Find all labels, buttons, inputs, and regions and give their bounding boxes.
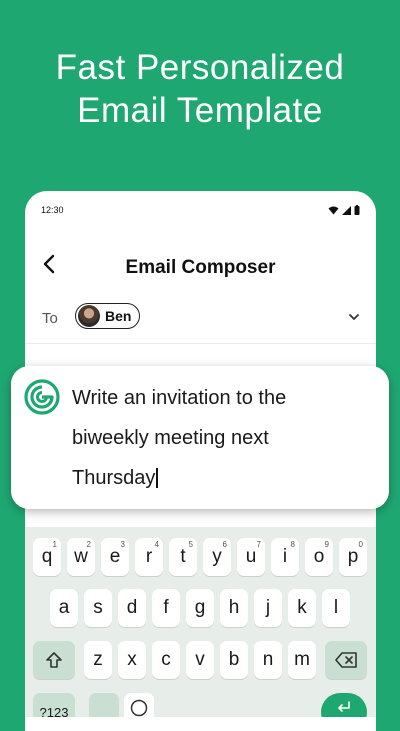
backspace-icon [335,652,357,668]
key-f[interactable]: f [152,589,180,627]
symbols-key[interactable]: ?123 [33,693,75,717]
key-b[interactable]: b [220,641,248,679]
key-h[interactable]: h [220,589,248,627]
key-hint: 8 [290,540,295,549]
key-label: x [127,649,137,670]
key-hint: 2 [86,540,91,549]
avatar [78,305,100,327]
symbols-key-label: ?123 [39,704,69,718]
key-label: w [74,546,88,567]
key-z[interactable]: z [84,641,112,679]
key-u[interactable]: u7 [237,538,265,576]
emoji-key[interactable] [124,693,154,717]
key-r[interactable]: r4 [135,538,163,576]
key-n[interactable]: n [254,641,282,679]
key-label: z [93,649,103,670]
enter-key[interactable] [321,693,367,717]
page-title: Email Composer [125,257,276,278]
key-label: e [109,546,121,567]
emoji-icon [130,699,148,717]
key-label: j [265,597,271,618]
key-label: o [313,546,325,567]
key-label: q [41,546,53,567]
wifi-icon [328,206,339,214]
key-x[interactable]: x [118,641,146,679]
prompt-line-1: Write an invitation to the [72,387,287,409]
key-c[interactable]: c [152,641,180,679]
key-hint: 4 [154,540,159,549]
key-label: h [228,597,240,618]
key-label: k [297,597,307,618]
key-hint: 7 [256,540,261,549]
key-label: b [228,649,240,670]
key-label: y [212,546,222,567]
assistant-logo-icon [24,379,60,415]
prompt-line-2: biweekly meeting next [72,427,269,449]
recipient-name: Ben [105,308,132,324]
key-hint: 3 [120,540,125,549]
prompt-line-3: Thursday [72,467,156,489]
headline-line-2: Email Template [77,91,323,130]
headline: Fast Personalized Email Template [0,46,400,132]
key-label: a [58,597,70,618]
key-q[interactable]: q1 [33,538,61,576]
key-hint: 1 [52,540,57,549]
recipient-row: To Ben [25,299,376,344]
backspace-key[interactable] [325,641,367,679]
key-hint: 9 [324,540,329,549]
key-i[interactable]: i8 [271,538,299,576]
enter-icon [338,701,350,712]
prompt-card[interactable]: Write an invitation to the biweekly meet… [11,366,389,509]
key-label: s [93,597,103,618]
shift-icon [46,652,62,668]
comma-key[interactable] [89,693,119,717]
key-j[interactable]: j [254,589,282,627]
key-t[interactable]: t5 [169,538,197,576]
headline-line-1: Fast Personalized [55,48,345,87]
key-e[interactable]: e3 [101,538,129,576]
key-hint: 6 [222,540,227,549]
key-label: c [161,649,171,670]
key-label: v [195,649,205,670]
key-label: d [126,597,138,618]
key-a[interactable]: a [50,589,78,627]
key-y[interactable]: y6 [203,538,231,576]
key-label: p [347,546,359,567]
key-label: r [145,546,153,567]
recipient-chip[interactable]: Ben [75,303,141,329]
key-hint: 5 [188,540,193,549]
status-time: 12:30 [41,205,64,215]
key-s[interactable]: s [84,589,112,627]
key-w[interactable]: w2 [67,538,95,576]
key-label: g [194,597,206,618]
key-m[interactable]: m [288,641,316,679]
prompt-input[interactable]: Write an invitation to the biweekly meet… [72,378,372,498]
key-label: u [245,546,257,567]
key-label: n [262,649,274,670]
key-o[interactable]: o9 [305,538,333,576]
key-l[interactable]: l [322,589,350,627]
key-k[interactable]: k [288,589,316,627]
key-label: m [294,649,310,670]
shift-key[interactable] [33,641,75,679]
key-p[interactable]: p0 [339,538,367,576]
key-d[interactable]: d [118,589,146,627]
key-label: t [180,546,186,567]
keyboard: q1 w2 e3 r4 t5 y6 u7 i8 o9 p0 a s d f g … [25,527,376,717]
recipient-dropdown-button[interactable] [346,309,362,325]
to-label: To [42,310,58,327]
status-icons [328,205,360,215]
key-hint: 0 [358,540,363,549]
battery-icon [354,205,360,215]
text-cursor [156,468,159,488]
key-g[interactable]: g [186,589,214,627]
prompt-line-3-wrap: Thursday [72,458,372,498]
chevron-down-icon [349,314,359,320]
key-v[interactable]: v [186,641,214,679]
key-label: i [282,546,288,567]
signal-icon [342,205,351,215]
key-label: l [333,597,339,618]
key-label: f [163,597,169,618]
